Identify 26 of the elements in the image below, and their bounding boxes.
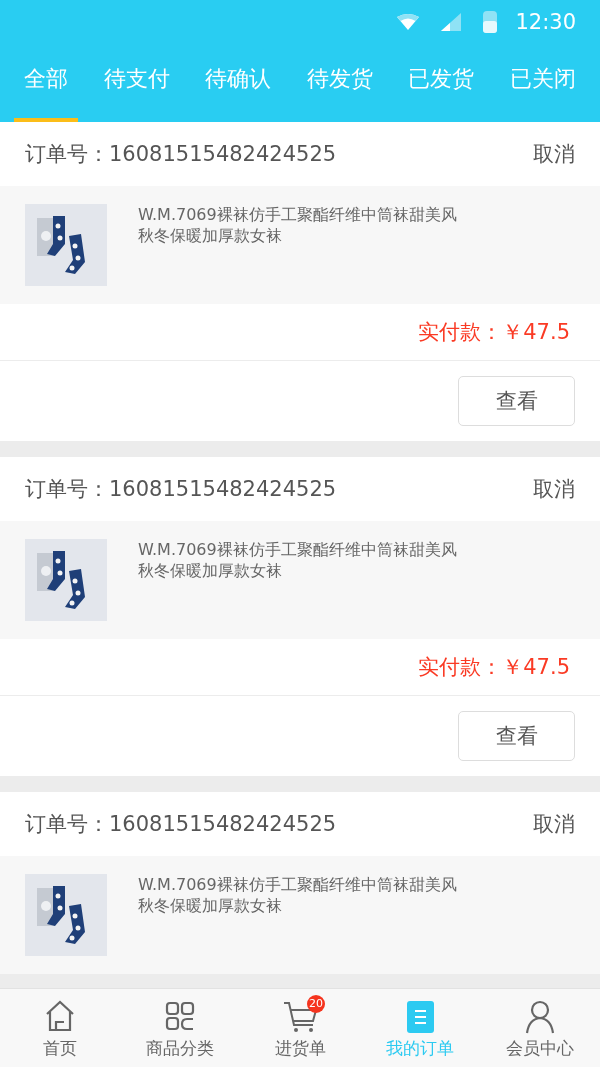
cancel-link[interactable]: 取消 bbox=[533, 140, 575, 168]
signal-icon bbox=[441, 13, 462, 31]
view-button[interactable]: 查看 bbox=[458, 711, 575, 761]
product-row[interactable]: W.M.7069裸袜仿手工聚酯纤维中筒袜甜美风秋冬保暖加厚款女袜 bbox=[0, 521, 600, 639]
nav-tab[interactable]: 首页 bbox=[0, 989, 120, 1067]
product-title: W.M.7069裸袜仿手工聚酯纤维中筒袜甜美风秋冬保暖加厚款女袜 bbox=[138, 874, 458, 916]
order-number: 订单号：16081515482424525 bbox=[25, 811, 337, 838]
paid-amount: 实付款：￥47.5 bbox=[418, 319, 570, 346]
product-title: W.M.7069裸袜仿手工聚酯纤维中筒袜甜美风秋冬保暖加厚款女袜 bbox=[138, 204, 458, 246]
count-badge: 20 bbox=[307, 995, 325, 1013]
nav-tab[interactable]: 商品分类 bbox=[120, 989, 240, 1067]
wifi-icon bbox=[397, 14, 420, 30]
nav-tab[interactable]: 20 进货单 bbox=[240, 989, 360, 1067]
product-title: W.M.7069裸袜仿手工聚酯纤维中筒袜甜美风秋冬保暖加厚款女袜 bbox=[138, 539, 458, 581]
cancel-link[interactable]: 取消 bbox=[533, 810, 575, 838]
paid-amount: 实付款：￥47.5 bbox=[418, 654, 570, 681]
product-row[interactable]: W.M.7069裸袜仿手工聚酯纤维中筒袜甜美风秋冬保暖加厚款女袜 bbox=[0, 856, 600, 974]
nav-tab[interactable]: 会员中心 bbox=[480, 989, 600, 1067]
battery-icon bbox=[483, 11, 498, 33]
view-button[interactable]: 查看 bbox=[458, 376, 575, 426]
person-icon bbox=[523, 999, 557, 1034]
order-number: 订单号：16081515482424525 bbox=[25, 476, 337, 503]
product-row[interactable]: W.M.7069裸袜仿手工聚酯纤维中筒袜甜美风秋冬保暖加厚款女袜 bbox=[0, 186, 600, 304]
clock-time: 12:30 bbox=[515, 10, 576, 34]
cancel-link[interactable]: 取消 bbox=[533, 475, 575, 503]
order-number: 订单号：16081515482424525 bbox=[25, 141, 337, 168]
